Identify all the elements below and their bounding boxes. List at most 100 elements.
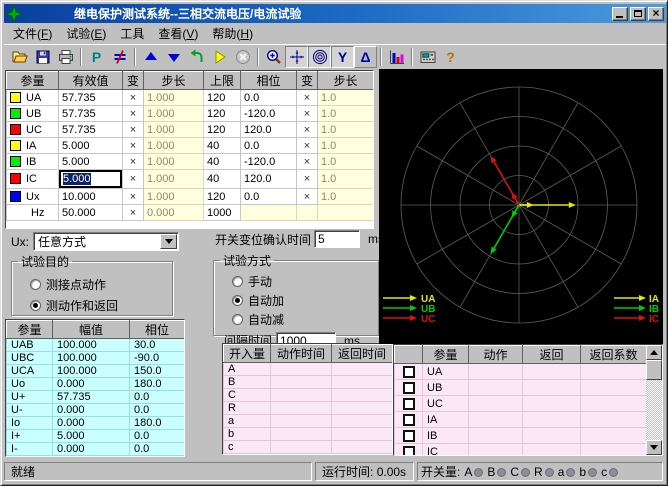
param-phase[interactable]: 0.0 bbox=[241, 90, 297, 106]
param-value[interactable]: 57.735 bbox=[59, 90, 123, 106]
checkbox-cell[interactable] bbox=[395, 412, 423, 428]
column-header[interactable]: 动作时间 bbox=[271, 345, 332, 363]
increase-button[interactable] bbox=[139, 46, 162, 68]
param-limit[interactable]: 40 bbox=[204, 170, 241, 189]
column-header[interactable]: 步长 bbox=[144, 72, 204, 90]
switch-confirm-input[interactable] bbox=[314, 230, 360, 248]
checkbox-icon[interactable] bbox=[403, 366, 415, 378]
test-mode-option-2[interactable]: 自动减 bbox=[232, 311, 378, 328]
scrollbar-thumb[interactable] bbox=[646, 360, 662, 380]
param-phase-vary-flag[interactable]: × bbox=[297, 90, 318, 106]
checkbox-icon[interactable] bbox=[403, 414, 415, 426]
checkbox-icon[interactable] bbox=[403, 430, 415, 442]
param-value[interactable]: 10.000 bbox=[59, 189, 123, 205]
p-marker-button[interactable]: P bbox=[85, 46, 108, 68]
print-button[interactable] bbox=[54, 46, 77, 68]
menu-test[interactable]: 试验(E) bbox=[59, 23, 113, 44]
param-step[interactable]: 1.000 bbox=[144, 122, 204, 138]
column-header[interactable]: 变 bbox=[123, 72, 144, 90]
param-limit[interactable]: 40 bbox=[204, 154, 241, 170]
vertical-scrollbar[interactable] bbox=[646, 345, 662, 455]
param-step[interactable]: 1.000 bbox=[144, 170, 204, 189]
param-phase-vary-flag[interactable] bbox=[297, 205, 318, 221]
column-header[interactable]: 相位 bbox=[130, 321, 185, 339]
close-button[interactable]: × bbox=[648, 7, 664, 21]
param-limit[interactable]: 120 bbox=[204, 106, 241, 122]
param-limit[interactable]: 40 bbox=[204, 138, 241, 154]
param-phase-step[interactable]: 1.0 bbox=[318, 90, 374, 106]
column-header[interactable]: 开入量 bbox=[224, 345, 271, 363]
save-button[interactable] bbox=[31, 46, 54, 68]
axes-toggle[interactable] bbox=[285, 46, 308, 68]
param-phase-step[interactable]: 1.0 bbox=[318, 106, 374, 122]
title-bar[interactable]: 继电保护测试系统--三相交流电压/电流试验 × bbox=[4, 4, 666, 23]
param-vary-flag[interactable]: × bbox=[123, 90, 144, 106]
y-connection-toggle[interactable]: Y bbox=[331, 46, 354, 68]
circles-toggle[interactable] bbox=[308, 46, 331, 68]
param-vary-flag[interactable]: × bbox=[123, 205, 144, 221]
param-step[interactable]: 1.000 bbox=[144, 189, 204, 205]
checkbox-cell[interactable] bbox=[395, 364, 423, 380]
menu-file[interactable]: 文件(F) bbox=[6, 23, 59, 44]
column-header[interactable]: 返回系数 bbox=[581, 346, 647, 364]
param-step[interactable]: 1.000 bbox=[144, 154, 204, 170]
param-phase-step[interactable]: 1.0 bbox=[318, 154, 374, 170]
delta-connection-toggle[interactable]: Δ bbox=[354, 46, 377, 68]
checkbox-icon[interactable] bbox=[403, 398, 415, 410]
stop-button[interactable] bbox=[231, 46, 254, 68]
param-phase[interactable]: 120.0 bbox=[241, 122, 297, 138]
test-mode-option-0[interactable]: 手动 bbox=[232, 273, 378, 290]
param-vary-flag[interactable]: × bbox=[123, 106, 144, 122]
column-header[interactable]: 有效值 bbox=[59, 72, 123, 90]
param-value[interactable]: 5.000 bbox=[59, 138, 123, 154]
param-phase-vary-flag[interactable]: × bbox=[297, 189, 318, 205]
param-step[interactable]: 1.000 bbox=[144, 90, 204, 106]
param-phase[interactable]: -120.0 bbox=[241, 154, 297, 170]
column-header[interactable]: 参量 bbox=[7, 321, 53, 339]
param-limit[interactable]: 120 bbox=[204, 90, 241, 106]
param-phase-step[interactable] bbox=[318, 205, 374, 221]
zoom-button[interactable] bbox=[262, 46, 285, 68]
param-limit[interactable]: 120 bbox=[204, 122, 241, 138]
param-phase[interactable]: 0.0 bbox=[241, 138, 297, 154]
param-phase-step[interactable]: 1.0 bbox=[318, 189, 374, 205]
help-button[interactable]: ? bbox=[439, 46, 462, 68]
ux-mode-dropdown-button[interactable] bbox=[160, 234, 177, 249]
param-value[interactable]: 50.000 bbox=[59, 205, 123, 221]
param-value[interactable]: 5.000 bbox=[59, 170, 123, 189]
param-vary-flag[interactable]: × bbox=[123, 154, 144, 170]
column-header[interactable]: 步长 bbox=[318, 72, 374, 90]
param-step[interactable]: 0.000 bbox=[144, 205, 204, 221]
column-header[interactable] bbox=[395, 346, 423, 364]
param-phase[interactable]: 120.0 bbox=[241, 170, 297, 189]
param-phase[interactable]: 0.0 bbox=[241, 189, 297, 205]
column-header[interactable]: 动作 bbox=[469, 346, 523, 364]
ux-mode-select[interactable]: 任意方式 bbox=[33, 232, 179, 251]
scroll-up-button[interactable] bbox=[646, 345, 662, 360]
menu-tools[interactable]: 工具 bbox=[113, 23, 151, 44]
checkbox-cell[interactable] bbox=[395, 444, 423, 457]
param-phase-vary-flag[interactable]: × bbox=[297, 170, 318, 189]
start-button[interactable] bbox=[208, 46, 231, 68]
param-step[interactable]: 1.000 bbox=[144, 138, 204, 154]
menu-help[interactable]: 帮助(H) bbox=[205, 23, 260, 44]
column-header[interactable]: 幅值 bbox=[53, 321, 130, 339]
param-value[interactable]: 57.735 bbox=[59, 106, 123, 122]
param-limit[interactable]: 1000 bbox=[204, 205, 241, 221]
column-header[interactable]: 上限 bbox=[204, 72, 241, 90]
param-vary-flag[interactable]: × bbox=[123, 189, 144, 205]
param-value[interactable]: 5.000 bbox=[59, 154, 123, 170]
maximize-button[interactable] bbox=[630, 7, 646, 21]
cell-editor[interactable]: 5.000 bbox=[59, 170, 122, 188]
checkbox-cell[interactable] bbox=[395, 396, 423, 412]
test-mode-option-1[interactable]: 自动加 bbox=[232, 292, 378, 309]
decrease-button[interactable] bbox=[162, 46, 185, 68]
checkbox-icon[interactable] bbox=[403, 382, 415, 394]
column-header[interactable]: 变 bbox=[297, 72, 318, 90]
param-vary-flag[interactable]: × bbox=[123, 170, 144, 189]
param-phase-step[interactable]: 1.0 bbox=[318, 170, 374, 189]
checkbox-icon[interactable] bbox=[403, 446, 415, 456]
minimize-button[interactable] bbox=[612, 7, 628, 21]
open-button[interactable] bbox=[8, 46, 31, 68]
param-phase-step[interactable]: 1.0 bbox=[318, 122, 374, 138]
